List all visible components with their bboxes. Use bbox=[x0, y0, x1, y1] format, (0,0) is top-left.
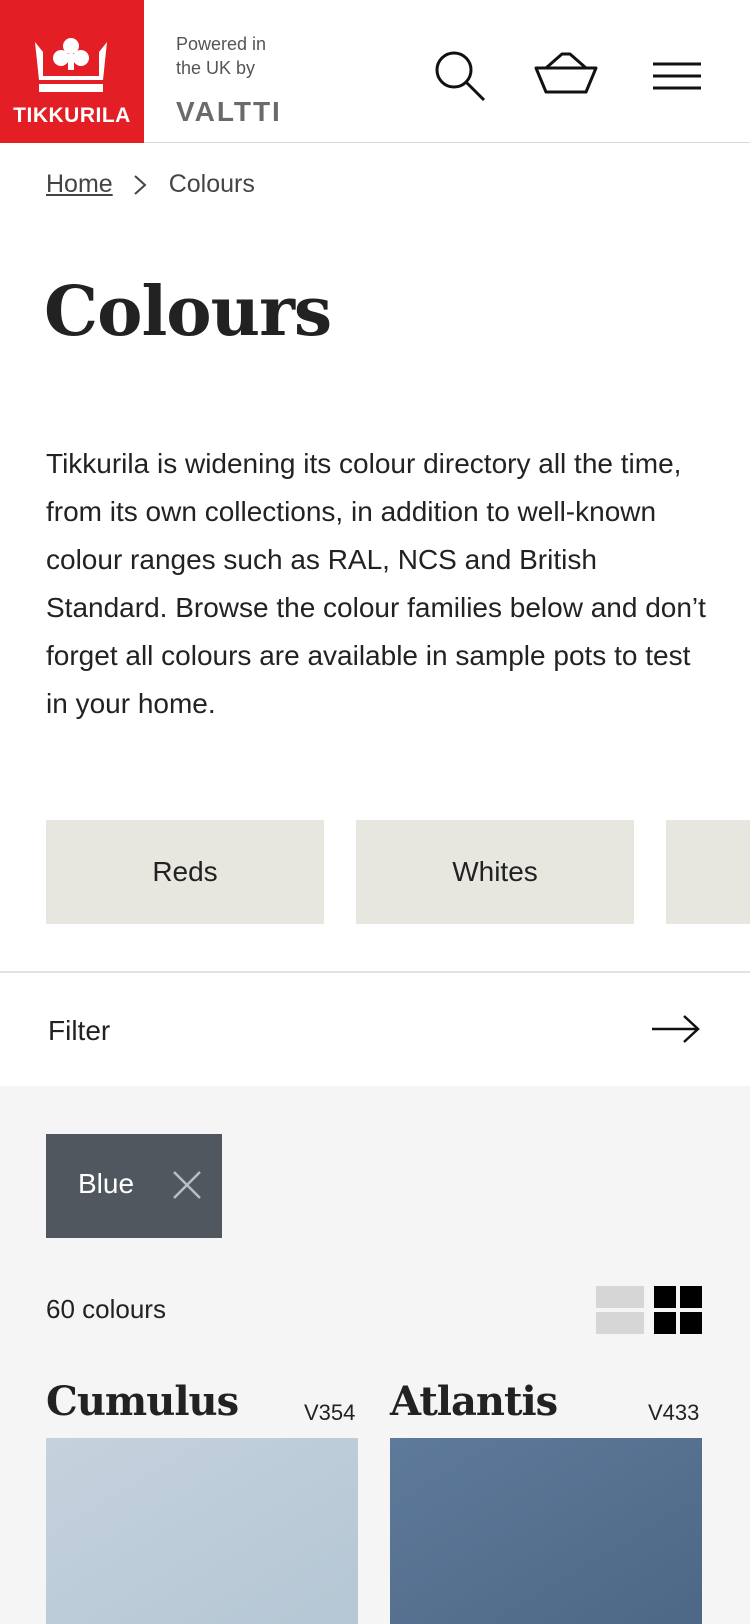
colour-swatch[interactable] bbox=[390, 1438, 702, 1624]
chevron-right-icon bbox=[133, 174, 147, 196]
search-button[interactable] bbox=[432, 48, 492, 104]
search-icon bbox=[435, 51, 486, 102]
arrow-right-icon bbox=[650, 1014, 702, 1049]
breadcrumb-home-link[interactable]: Home bbox=[46, 170, 113, 199]
colour-family-carousel[interactable]: Reds Whites bbox=[46, 820, 750, 924]
colour-card-code: V433 bbox=[648, 1400, 700, 1425]
filter-chip-label: Blue bbox=[78, 1168, 135, 1199]
filter-button[interactable] bbox=[0, 973, 750, 1086]
colour-swatch[interactable] bbox=[46, 1438, 358, 1624]
tikkurila-logo[interactable]: TIKKURILA bbox=[0, 0, 144, 143]
close-icon[interactable] bbox=[172, 1170, 202, 1205]
menu-button[interactable] bbox=[651, 60, 703, 92]
colour-card-code: V354 bbox=[304, 1400, 356, 1425]
colour-card-name[interactable]: Atlantis bbox=[390, 1378, 558, 1425]
site-header: TIKKURILA Powered in the UK by VALTTI bbox=[0, 0, 750, 143]
breadcrumb: Home Colours bbox=[46, 170, 255, 199]
active-filter-chip[interactable]: Blue bbox=[46, 1134, 222, 1238]
colour-card-name[interactable]: Cumulus bbox=[46, 1378, 239, 1425]
grid-view-toggle[interactable] bbox=[654, 1286, 702, 1334]
basket-button[interactable] bbox=[534, 48, 598, 100]
page-title: Colours bbox=[44, 272, 332, 352]
basket-icon bbox=[534, 52, 598, 94]
family-tile-next[interactable] bbox=[666, 820, 750, 924]
filter-label: Filter bbox=[48, 1015, 111, 1046]
list-view-icon bbox=[596, 1286, 644, 1334]
grid-view-icon bbox=[654, 1286, 702, 1334]
breadcrumb-current: Colours bbox=[168, 170, 255, 198]
family-tile-reds[interactable]: Reds bbox=[46, 820, 324, 924]
crown-icon bbox=[35, 38, 107, 92]
intro-paragraph: Tikkurila is widening its colour directo… bbox=[46, 448, 706, 719]
list-view-toggle[interactable] bbox=[596, 1286, 644, 1334]
menu-icon bbox=[653, 62, 701, 90]
valtti-logo: VALTTI bbox=[176, 96, 282, 127]
logo-text: TIKKURILA bbox=[13, 104, 131, 127]
powered-by-text: Powered in the UK by bbox=[176, 34, 267, 78]
family-tile-whites[interactable]: Whites bbox=[356, 820, 634, 924]
results-count: 60 colours bbox=[46, 1294, 166, 1324]
